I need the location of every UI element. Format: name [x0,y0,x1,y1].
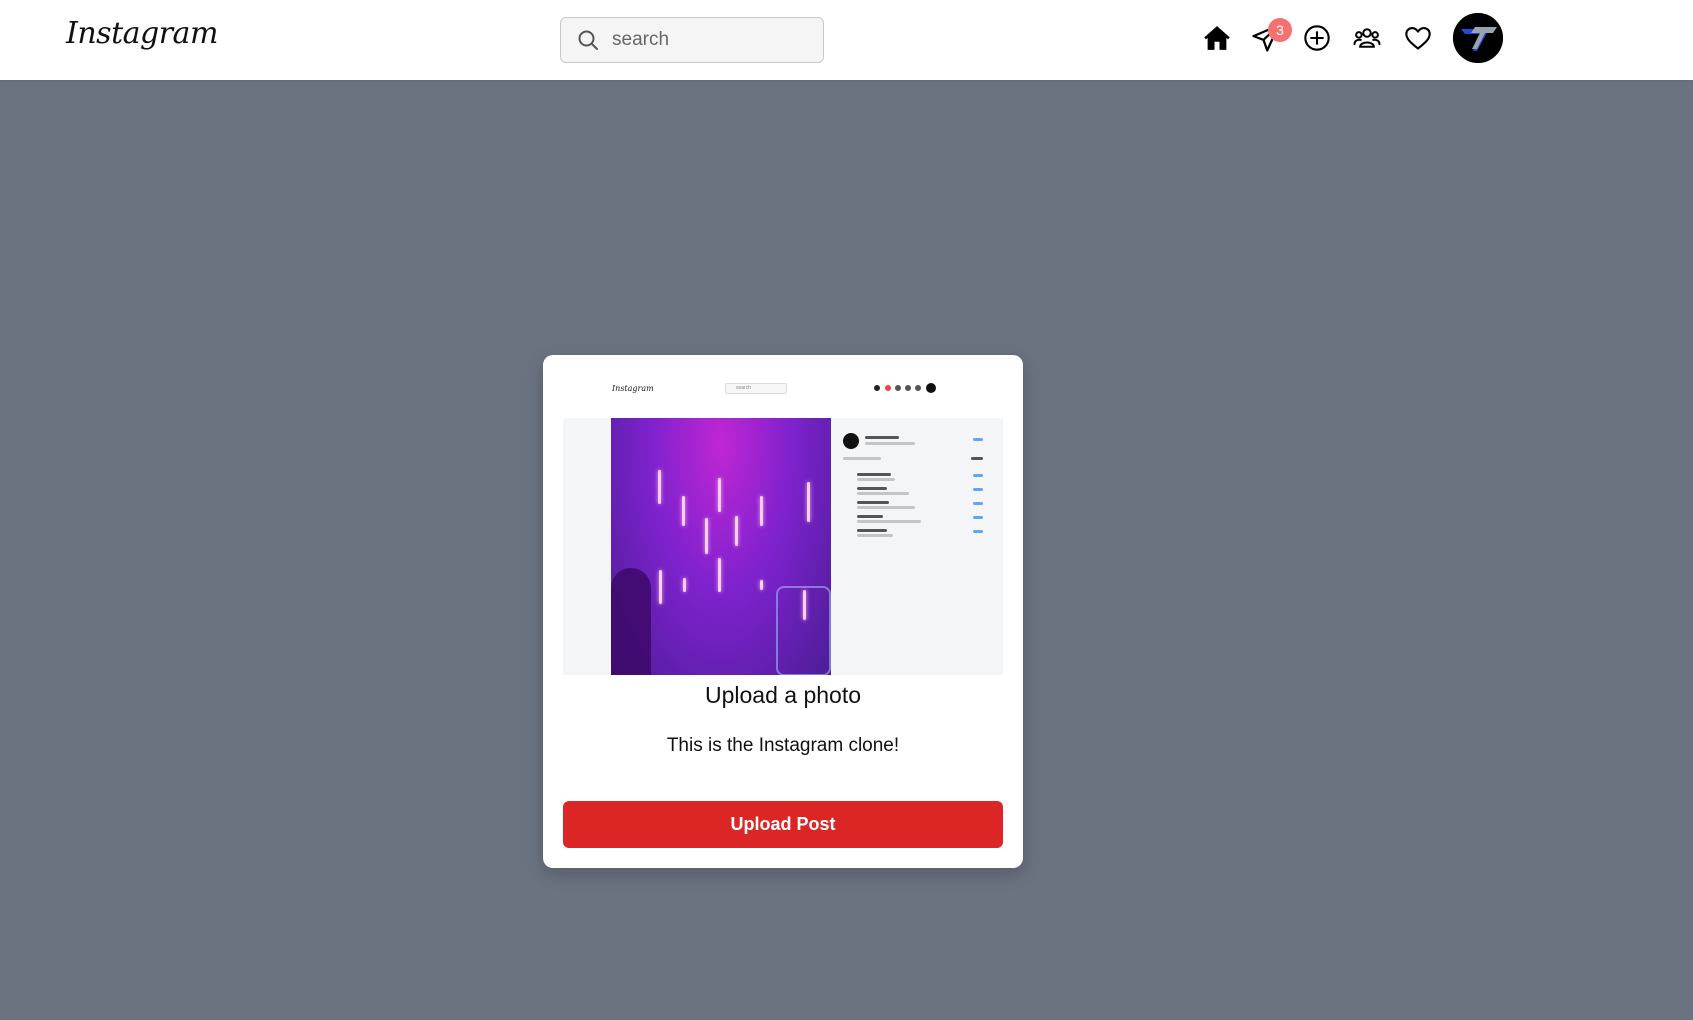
modal-description: This is the Instagram clone! [666,735,900,756]
home-icon[interactable] [1201,22,1233,54]
preview-sidebar [843,433,993,541]
preview-home-icon [874,385,880,391]
search-bar[interactable] [560,17,824,63]
preview-badge [885,385,891,391]
preview-search: search [725,383,787,394]
preview-header: Instagram search [563,375,1003,418]
preview-avatar [926,383,936,393]
users-icon[interactable] [1351,22,1383,54]
top-navbar: Instagram 3 [0,0,1693,80]
avatar[interactable] [1453,13,1503,63]
upload-modal: Instagram search Upload a photo This is … [543,355,1023,868]
search-input[interactable] [610,28,814,52]
preview-logo: Instagram [612,384,654,393]
search-icon [576,28,600,52]
instagram-logo[interactable]: Instagram [66,16,218,51]
modal-title: Upload a photo [704,682,861,708]
heart-icon[interactable] [1402,22,1434,54]
preview-image: Instagram search [563,375,1003,675]
upload-post-button[interactable]: Upload Post [563,801,1003,848]
preview-plus-icon [895,385,901,391]
preview-photo [611,418,831,675]
preview-heart-icon [915,385,921,391]
messages-badge: 3 [1268,18,1292,42]
plus-circle-icon[interactable] [1301,22,1333,54]
preview-users-icon [905,385,911,391]
